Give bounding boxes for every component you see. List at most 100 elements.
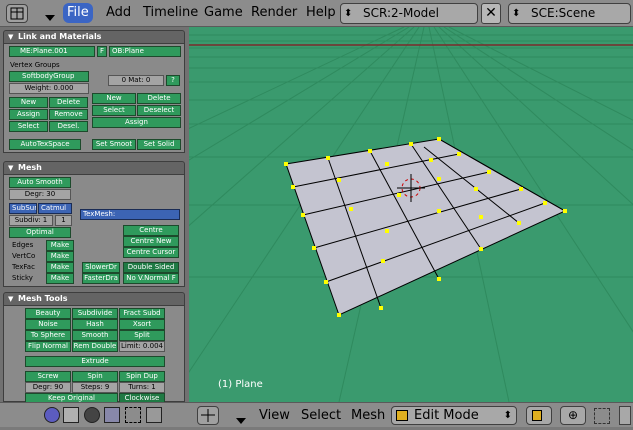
xsort-button[interactable]: Xsort xyxy=(119,319,165,330)
faster-draw-button[interactable]: FasterDra xyxy=(82,273,120,284)
no-vnormal-flip-toggle[interactable]: No V.Normal F xyxy=(123,273,179,284)
pivot-icon[interactable]: ⊕ xyxy=(560,406,586,425)
material-deselect-button[interactable]: Deselect xyxy=(137,105,181,116)
vertex-group-selector[interactable]: SoftbodyGroup xyxy=(9,71,89,82)
slower-draw-button[interactable]: SlowerDr xyxy=(82,262,120,273)
texmesh-field[interactable]: TexMesh: xyxy=(80,209,180,220)
scroll-right-icon[interactable] xyxy=(619,406,631,425)
fract-subd-button[interactable]: Fract Subd xyxy=(119,308,165,319)
steps-field[interactable]: Steps: 9 xyxy=(72,382,118,393)
menu-view[interactable]: View xyxy=(259,407,290,425)
menu-add[interactable]: Add xyxy=(102,3,135,23)
subdivide-button[interactable]: Subdivide xyxy=(72,308,118,319)
updown-arrows-icon: ⬍ xyxy=(512,8,521,19)
limit-field[interactable]: Limit: 0.004 xyxy=(119,341,165,352)
flip-normals-button[interactable]: Flip Normal xyxy=(25,341,71,352)
spin-button[interactable]: Spin xyxy=(72,371,118,382)
set-solid-button[interactable]: Set Solid xyxy=(137,139,181,150)
centre-button[interactable]: Centre xyxy=(123,225,179,236)
panel-header-link-materials[interactable]: ▼ Link and Materials xyxy=(3,30,185,44)
mesh-name-field[interactable]: ME:Plane.001 xyxy=(9,46,95,57)
collapse-menus-icon[interactable] xyxy=(235,411,247,424)
menu-game[interactable]: Game xyxy=(200,3,247,23)
menu-help[interactable]: Help xyxy=(302,3,340,23)
menu-render[interactable]: Render xyxy=(247,3,301,23)
vgroup-delete-button[interactable]: Delete xyxy=(49,97,88,108)
panel-header-mesh-tools[interactable]: ▼ Mesh Tools xyxy=(3,292,185,306)
double-sided-toggle[interactable]: Double Sided xyxy=(123,262,179,273)
updown-arrows-icon: ⬍ xyxy=(503,410,512,421)
set-smooth-button[interactable]: Set Smoot xyxy=(92,139,136,150)
make-texface-button[interactable]: Make xyxy=(46,262,74,273)
manipulator-icon[interactable] xyxy=(594,408,610,424)
delete-screen-button[interactable]: ✕ xyxy=(481,3,501,24)
hash-button[interactable]: Hash xyxy=(72,319,118,330)
image-icon[interactable] xyxy=(146,407,162,423)
weight-field[interactable]: Weight: 0.000 xyxy=(9,83,89,94)
menu-timeline[interactable]: Timeline xyxy=(139,3,202,23)
spin-dup-button[interactable]: Spin Dup xyxy=(119,371,165,382)
screw-button[interactable]: Screw xyxy=(25,371,71,382)
beauty-toggle[interactable]: Beauty xyxy=(25,308,71,319)
edit-mode-icon[interactable] xyxy=(104,407,120,423)
sphere-icon[interactable] xyxy=(84,407,100,423)
mode-selector[interactable]: Edit Mode ⬍ xyxy=(391,406,517,425)
panel-title: Mesh xyxy=(18,163,42,172)
fake-user-button[interactable]: F xyxy=(97,46,107,57)
scene-selector[interactable]: ⬍ SCE:Scene xyxy=(508,3,631,24)
grid-icon[interactable] xyxy=(63,407,79,423)
material-new-button[interactable]: New xyxy=(92,93,136,104)
make-edges-button[interactable]: Make xyxy=(46,240,74,251)
make-sticky-button[interactable]: Make xyxy=(46,273,74,284)
collapse-triangle-icon[interactable]: ▼ xyxy=(8,31,13,43)
subdiv-render-levels-field[interactable]: 1 xyxy=(55,215,72,226)
collapse-menus-icon[interactable] xyxy=(44,8,56,21)
3d-viewport[interactable]: (1) Plane xyxy=(189,27,633,402)
spin-degree-field[interactable]: Degr: 90 xyxy=(25,382,71,393)
panel-header-mesh[interactable]: ▼ Mesh xyxy=(3,161,185,175)
auto-smooth-degree-field[interactable]: Degr: 30 xyxy=(9,189,71,200)
split-button[interactable]: Split xyxy=(119,330,165,341)
subsurf-type-selector[interactable]: Catmul xyxy=(38,203,72,214)
viewport-canvas[interactable] xyxy=(189,27,633,402)
material-delete-button[interactable]: Delete xyxy=(137,93,181,104)
vgroup-new-button[interactable]: New xyxy=(9,97,48,108)
select-box-icon[interactable] xyxy=(125,407,141,423)
extrude-button[interactable]: Extrude xyxy=(25,356,165,367)
subsurf-toggle[interactable]: SubSurf xyxy=(9,203,37,214)
smooth-button[interactable]: Smooth xyxy=(72,330,118,341)
subdiv-levels-field[interactable]: Subdiv: 1 xyxy=(9,215,53,226)
vgroup-assign-button[interactable]: Assign xyxy=(9,109,48,120)
remove-doubles-button[interactable]: Rem Double xyxy=(72,341,118,352)
noise-button[interactable]: Noise xyxy=(25,319,71,330)
material-assign-button[interactable]: Assign xyxy=(92,117,181,128)
centre-new-button[interactable]: Centre New xyxy=(123,236,179,247)
material-index-field[interactable]: 0 Mat: 0 xyxy=(108,75,164,86)
panel-title: Link and Materials xyxy=(18,32,102,41)
turns-field[interactable]: Turns: 1 xyxy=(119,382,165,393)
collapse-triangle-icon[interactable]: ▼ xyxy=(8,162,13,174)
bottom-header: View Select Mesh Edit Mode ⬍ ⊕ xyxy=(0,402,633,427)
vgroup-remove-button[interactable]: Remove xyxy=(49,109,88,120)
menu-select[interactable]: Select xyxy=(301,407,341,425)
material-help-button[interactable]: ? xyxy=(166,75,180,86)
screen-selector[interactable]: ⬍ SCR:2-Model xyxy=(340,3,478,24)
panel-mesh: Auto Smooth Degr: 30 SubSurf Catmul Subd… xyxy=(3,175,185,287)
object-name-field[interactable]: OB:Plane xyxy=(109,46,181,57)
collapse-triangle-icon[interactable]: ▼ xyxy=(8,293,13,305)
editor-type-icon[interactable] xyxy=(6,4,28,23)
autotexspace-toggle[interactable]: AutoTexSpace xyxy=(9,139,81,150)
material-select-button[interactable]: Select xyxy=(92,105,136,116)
menu-file[interactable]: File xyxy=(63,3,93,23)
menu-mesh[interactable]: Mesh xyxy=(351,407,385,425)
optimal-toggle[interactable]: Optimal xyxy=(9,227,71,238)
to-sphere-button[interactable]: To Sphere xyxy=(25,330,71,341)
view3d-type-icon[interactable] xyxy=(197,406,219,425)
vgroup-select-button[interactable]: Select xyxy=(9,121,48,132)
draw-type-icon[interactable] xyxy=(526,406,552,425)
make-vertcol-button[interactable]: Make xyxy=(46,251,74,262)
vgroup-deselect-button[interactable]: Desel. xyxy=(49,121,88,132)
buttons-context-icon[interactable] xyxy=(44,407,60,423)
auto-smooth-toggle[interactable]: Auto Smooth xyxy=(9,177,71,188)
centre-cursor-button[interactable]: Centre Cursor xyxy=(123,247,179,258)
